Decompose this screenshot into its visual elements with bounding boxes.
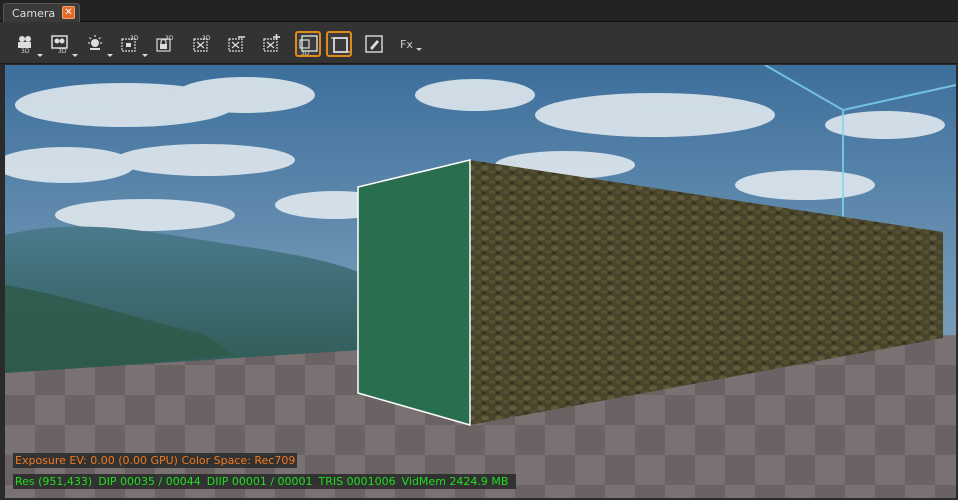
lock-3d-icon: 3D (156, 35, 174, 52)
svg-text:3D: 3D (130, 35, 139, 42)
res-stat: Res (951,433) (15, 475, 93, 488)
camera-viewport[interactable]: Exposure EV: 0.00 (0.00 GPU) Color Space… (5, 65, 956, 498)
frame-icon (331, 37, 350, 53)
edit-icon (365, 35, 383, 53)
remove-button[interactable] (224, 31, 250, 57)
scene-camera-3d-button[interactable]: 3D (47, 31, 78, 57)
light-button[interactable] (82, 31, 113, 57)
diip-stat: DIIP 00001 / 00001 (206, 475, 313, 488)
frame-toggle[interactable] (326, 31, 352, 57)
render-stats: Res (951,433) DIP 00035 / 00044 DIIP 00001… (13, 474, 517, 489)
add-button[interactable] (259, 31, 285, 57)
tab-bar: Camera ✕ (0, 0, 958, 22)
svg-text:3D: 3D (58, 48, 67, 54)
close-icon[interactable]: ✕ (62, 6, 75, 19)
fx-menu[interactable]: Fx (400, 38, 413, 51)
lock-3d-button[interactable]: 3D (152, 31, 178, 57)
tab-label: Camera (12, 7, 56, 20)
svg-text:3D: 3D (21, 48, 30, 54)
light-icon (88, 35, 102, 50)
vidmem-stat: VidMem 2424.9 MB (401, 475, 509, 488)
camera-3d-icon: 3D (18, 36, 31, 54)
fx-dropdown-arrow (416, 48, 422, 51)
object-3d-button[interactable]: 3D (117, 31, 148, 57)
tab-camera[interactable]: Camera ✕ (3, 3, 80, 22)
exposure-readout: Exposure EV: 0.00 (0.00 GPU) Color Space… (13, 453, 298, 468)
scene-render (5, 65, 956, 498)
viewport-toolbar: 3D 3D 3D 3D 3D 3D Fx (0, 22, 958, 64)
object-3d-icon: 3D (121, 35, 139, 52)
svg-text:3D: 3D (165, 35, 174, 42)
add-icon (263, 34, 280, 52)
view-3d-toggle[interactable]: 3D (295, 31, 321, 57)
svg-text:3D: 3D (202, 35, 211, 42)
expand-3d-icon: 3D (193, 35, 211, 52)
edit-button[interactable] (361, 31, 387, 57)
camera-3d-button[interactable]: 3D (12, 31, 43, 57)
dip-stat: DIP 00035 / 00044 (98, 475, 201, 488)
svg-text:3D: 3D (301, 50, 310, 56)
scene-camera-3d-icon: 3D (51, 35, 68, 54)
expand-3d-button[interactable]: 3D (189, 31, 215, 57)
view-3d-icon: 3D (299, 35, 318, 56)
remove-icon (228, 36, 245, 52)
tris-stat: TRIS 0001006 (318, 475, 396, 488)
